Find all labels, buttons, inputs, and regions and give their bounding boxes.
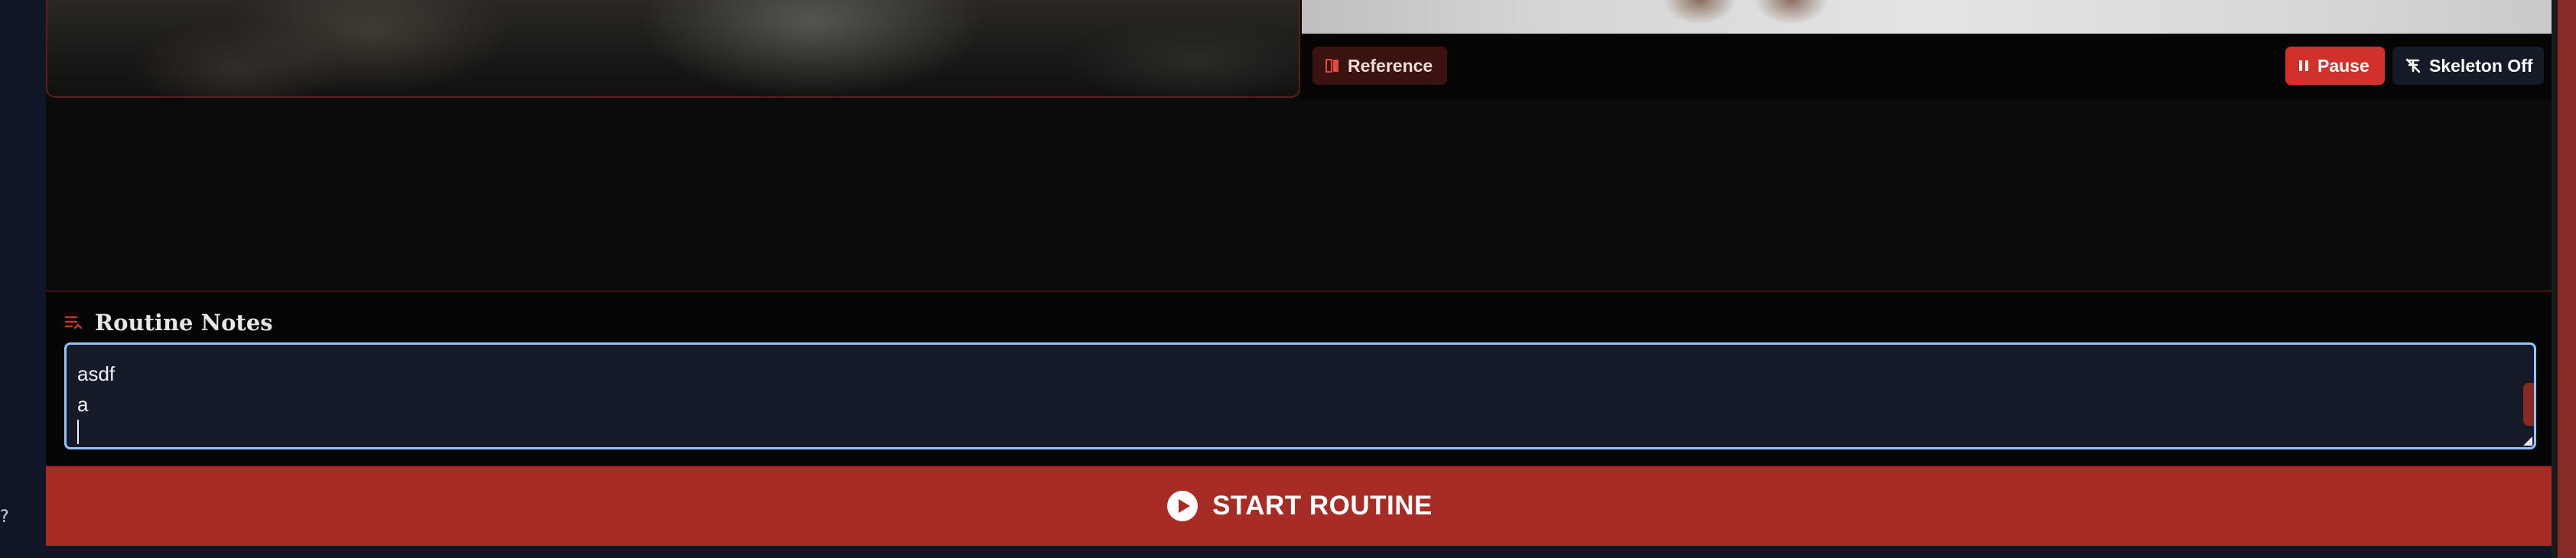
left-rail: ?	[0, 0, 46, 558]
textarea-resize-handle[interactable]	[2523, 436, 2532, 446]
pause-button-label: Pause	[2317, 55, 2369, 76]
rail-glyph: ?	[0, 508, 9, 527]
routine-notes-section: Routine Notes asdf a	[46, 290, 2553, 465]
pause-button[interactable]: Pause	[2285, 47, 2385, 85]
routine-notes-text: asdf a	[77, 362, 115, 416]
text-cursor	[77, 420, 79, 444]
book-icon	[1325, 58, 1340, 73]
reference-controls-bar: Reference Pause Skeleton Off	[1300, 43, 2553, 90]
right-rail	[2558, 0, 2576, 558]
routine-notes-header: Routine Notes	[64, 307, 273, 338]
pause-icon	[2298, 59, 2310, 73]
reference-button-label: Reference	[1348, 55, 1433, 76]
routine-notes-textarea[interactable]: asdf a	[64, 342, 2536, 449]
reference-video-frame	[1302, 0, 2553, 34]
notes-list-icon	[64, 314, 83, 331]
routine-main-panel: Reference Pause Skeleton Off Routine Not…	[46, 0, 2553, 546]
routine-notes-title: Routine Notes	[95, 310, 273, 336]
user-camera-feed	[46, 0, 1300, 98]
skeleton-toggle-label: Skeleton Off	[2429, 55, 2533, 76]
play-circle-icon	[1166, 490, 1199, 522]
right-rail-divider	[2552, 0, 2558, 558]
reference-button[interactable]: Reference	[1312, 47, 1447, 85]
textarea-scrollbar[interactable]	[2523, 383, 2534, 426]
skeleton-off-icon	[2405, 57, 2422, 74]
reference-video-panel: Reference Pause Skeleton Off	[1300, 0, 2553, 99]
skeleton-toggle-button[interactable]: Skeleton Off	[2392, 47, 2544, 85]
start-routine-button[interactable]: START ROUTINE	[46, 466, 2553, 546]
start-routine-label: START ROUTINE	[1212, 491, 1433, 521]
